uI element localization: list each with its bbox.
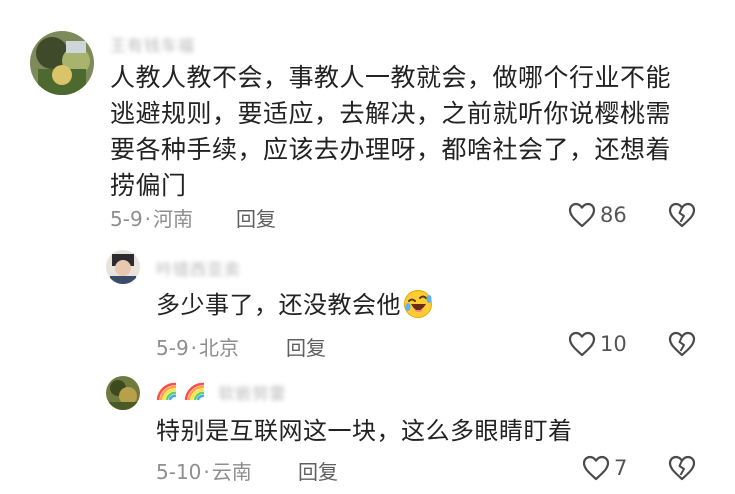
rainbow-icon (156, 382, 177, 401)
broken-heart-icon (668, 202, 696, 228)
username-text: 软嵌努雷 (218, 384, 287, 403)
broken-heart-icon (668, 455, 696, 481)
avatar[interactable] (30, 31, 94, 95)
separator: · (144, 207, 152, 231)
comment-meta: 5-9 · 北京 (156, 332, 239, 361)
rolling-on-floor-laughing-emoji (404, 290, 432, 318)
reply-button[interactable]: 回复 (286, 332, 326, 361)
reply-text-content: 多少事了，还没教会他 (156, 291, 401, 319)
comment-line: 逃避规则，要适应，去解决，之前就听你说樱桃需 (110, 99, 672, 128)
reply-button[interactable]: 回复 (236, 203, 276, 232)
avatar[interactable] (106, 376, 140, 410)
comment-meta: 5-10 · 云南 (156, 456, 252, 485)
dislike-button[interactable] (668, 455, 696, 485)
comment-line: 要各种手续，应该去办理呀，都啥社会了，还想着 (110, 135, 672, 164)
heart-outline-icon (568, 331, 596, 357)
comment-date: 5-9 (110, 207, 143, 231)
comment-line: 人教人教不会，事教人一教就会，做哪个行业不能 (110, 63, 672, 92)
reply-text: 特别是互联网这一块，这么多眼睛盯着 (156, 417, 573, 445)
reply-text: 多少事了，还没教会他 (156, 289, 433, 320)
separator: · (203, 460, 210, 484)
like-count: 10 (600, 332, 627, 356)
comment-line: 捞偏门 (110, 171, 187, 200)
like-count: 86 (600, 203, 627, 227)
heart-outline-icon (568, 202, 596, 228)
dislike-button[interactable] (668, 331, 696, 361)
dislike-button[interactable] (668, 202, 696, 232)
comment-location: 云南 (211, 460, 252, 484)
username[interactable]: 软嵌努雷 (156, 380, 286, 404)
like-button[interactable]: 86 (568, 202, 627, 228)
username[interactable]: 吟错西亚卖 (156, 256, 241, 280)
broken-heart-icon (668, 331, 696, 357)
reply-button[interactable]: 回复 (298, 456, 338, 485)
heart-outline-icon (582, 455, 610, 481)
separator: · (190, 336, 198, 360)
like-button[interactable]: 7 (582, 455, 627, 481)
comment-meta: 5-9 · 河南 (110, 203, 193, 232)
comment-location: 北京 (199, 336, 240, 360)
like-count: 7 (614, 456, 628, 480)
like-button[interactable]: 10 (568, 331, 627, 357)
comment-date: 5-10 (156, 460, 202, 484)
comment-text: 人教人教不会，事教人一教就会，做哪个行业不能 逃避规则，要适应，去解决，之前就听… (110, 60, 671, 204)
rainbow-icon (184, 382, 205, 401)
comment-location: 河南 (153, 207, 194, 231)
avatar[interactable] (106, 250, 140, 284)
comment-date: 5-9 (156, 336, 189, 360)
username[interactable]: 王有钱车福 (110, 32, 195, 56)
